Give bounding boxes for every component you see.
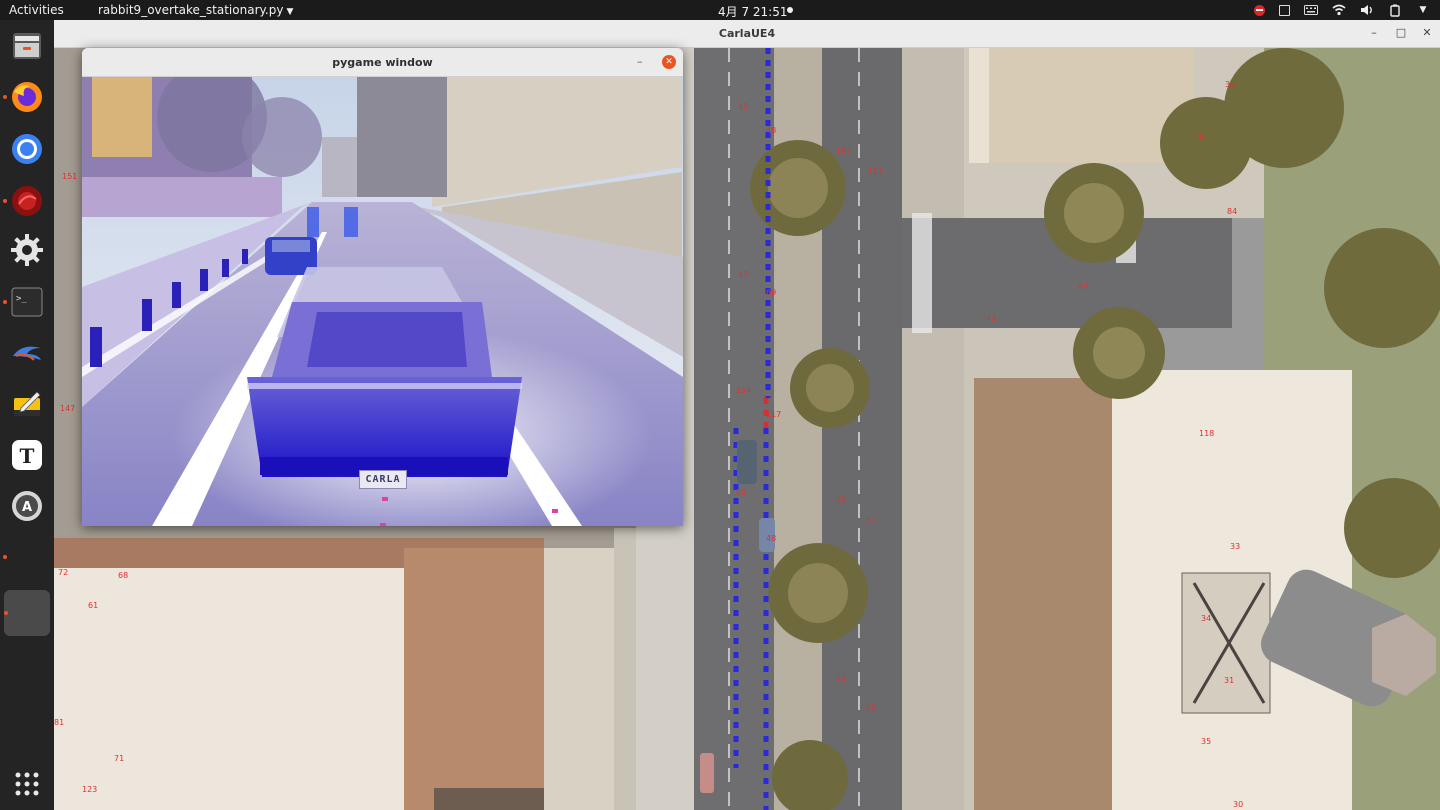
app-menu[interactable]: rabbit9_overtake_stationary.py ▼ (98, 3, 293, 17)
grid-icon (15, 772, 39, 796)
pygame-window-title: pygame window (332, 56, 433, 69)
map-marker: 35 (1201, 737, 1212, 746)
dock-firefox[interactable] (3, 77, 47, 117)
system-tray[interactable]: ▼ (1254, 2, 1430, 18)
dock-terminal[interactable]: >_ (3, 282, 47, 322)
map-marker: 69 (766, 288, 777, 297)
map-marker: 50 (736, 488, 747, 497)
volume-icon[interactable] (1360, 3, 1374, 17)
map-marker: 81 (54, 718, 65, 727)
chromium-icon (12, 134, 42, 164)
dock-files[interactable] (7, 26, 47, 66)
running-indicator (3, 300, 7, 304)
remote-desktop-icon (12, 186, 42, 216)
dock-software-updater[interactable]: A (7, 486, 47, 526)
running-indicator (3, 199, 7, 203)
dock-chromium[interactable] (7, 129, 47, 169)
battery-icon[interactable] (1388, 3, 1402, 17)
notepad-icon (14, 391, 41, 416)
map-marker: 151 (62, 172, 78, 181)
dock-settings[interactable] (7, 230, 47, 270)
map-marker: 72 (58, 568, 69, 577)
close-icon[interactable]: ✕ (1420, 26, 1434, 39)
dock-text-editor[interactable] (7, 384, 47, 424)
map-marker: 33 (1230, 542, 1241, 551)
minimize-icon[interactable]: – (637, 55, 643, 68)
pygame-titlebar[interactable]: pygame window – ✕ (82, 48, 683, 77)
dock-typora[interactable]: T (7, 435, 47, 475)
maximize-icon[interactable]: □ (1394, 26, 1408, 39)
map-marker: 71 (114, 754, 125, 763)
dock: >_ T A (0, 20, 54, 810)
svg-text:T: T (20, 444, 35, 468)
svg-text:A: A (22, 500, 32, 515)
chase-camera-scene (82, 77, 683, 526)
app-menu-label: rabbit9_overtake_stationary.py (98, 3, 284, 17)
map-marker: 115 (868, 167, 884, 176)
notification-dot-icon (787, 7, 793, 13)
top-bar: Activities rabbit9_overtake_stationary.p… (0, 0, 1440, 20)
map-marker: 147 (60, 404, 76, 413)
dock-kdenlive[interactable] (7, 333, 47, 373)
firefox-icon (12, 82, 42, 112)
map-marker: 97 (1078, 283, 1089, 292)
map-marker: 117 (766, 410, 782, 419)
map-marker: 43 (986, 314, 997, 323)
map-marker: 30 (1233, 800, 1244, 809)
gear-icon (11, 234, 43, 266)
bird-icon (13, 346, 41, 361)
map-marker: 68 (118, 571, 129, 580)
minimize-icon[interactable]: – (1367, 26, 1381, 39)
running-indicator (3, 95, 7, 99)
map-marker: 123 (82, 785, 98, 794)
map-marker: 53 (836, 674, 847, 683)
license-plate: CARLA (359, 470, 407, 489)
updater-icon: A (12, 491, 42, 521)
map-marker: 118 (1199, 429, 1215, 438)
terminal-icon: >_ (11, 287, 43, 317)
wifi-icon[interactable] (1332, 3, 1346, 17)
screen-icon[interactable] (1279, 4, 1290, 16)
carla-titlebar[interactable]: CarlaUE4 – □ ✕ (54, 20, 1440, 48)
map-marker: 49 (1194, 132, 1205, 141)
do-not-disturb-icon[interactable] (1254, 4, 1265, 16)
map-marker: 84 (1227, 207, 1238, 216)
svg-text:>_: >_ (16, 294, 27, 304)
running-indicator (3, 555, 7, 559)
dock-show-applications[interactable] (7, 764, 47, 804)
system-menu-chevron-icon[interactable]: ▼ (1416, 3, 1430, 17)
chevron-down-icon: ▼ (286, 7, 294, 17)
activities-button[interactable]: Activities (9, 3, 64, 17)
carla-window-title: CarlaUE4 (718, 27, 776, 40)
map-marker: 36 (1225, 80, 1236, 89)
close-icon[interactable]: ✕ (662, 55, 676, 69)
clock[interactable]: 4月 7 21:51 (718, 3, 787, 20)
chase-camera-view[interactable]: CARLA (82, 77, 683, 526)
map-marker: 47 (738, 270, 749, 279)
map-marker: 61 (88, 601, 99, 610)
keyboard-icon[interactable] (1304, 3, 1318, 17)
dock-active-app[interactable] (4, 590, 50, 636)
map-marker: 45 (738, 102, 749, 111)
map-marker: 31 (1224, 676, 1235, 685)
map-marker: 48 (766, 126, 777, 135)
map-marker: 107 (836, 146, 852, 155)
map-marker: 48 (766, 534, 777, 543)
running-indicator (4, 611, 8, 615)
map-marker: 34 (1201, 614, 1212, 623)
map-marker: 134 (736, 386, 752, 395)
typography-icon: T (12, 440, 42, 470)
pygame-window: pygame window – ✕ CARLA (82, 48, 683, 526)
dock-remmina[interactable] (3, 181, 47, 221)
file-cabinet-icon (13, 33, 41, 59)
map-marker: 55 (866, 702, 877, 711)
map-marker: 55 (836, 494, 847, 503)
map-marker: 57 (866, 516, 877, 525)
